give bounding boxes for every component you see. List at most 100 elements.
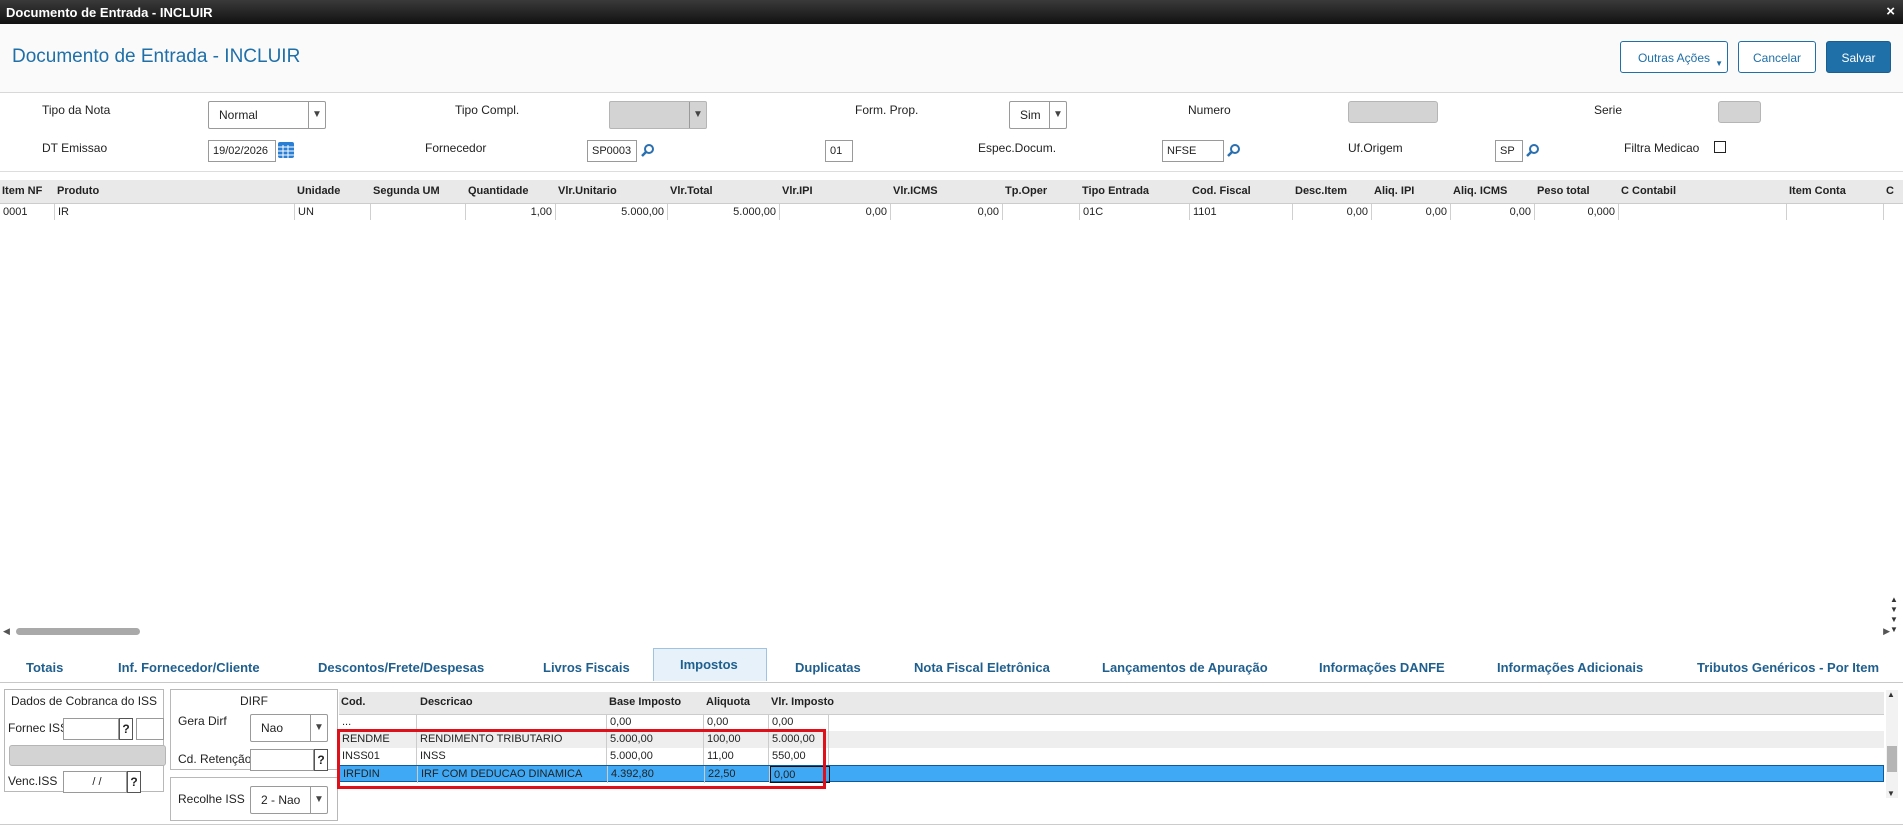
cell-base-imposto[interactable]: 5.000,00 bbox=[607, 748, 704, 765]
col-cod-fiscal[interactable]: Cod. Fiscal bbox=[1192, 185, 1251, 197]
tipo-compl-select[interactable]: ▼ bbox=[609, 101, 707, 129]
table-row-selected[interactable]: IRFDIN IRF COM DEDUCAO DINAMICA 4.392,80… bbox=[339, 765, 1884, 783]
cell-cod[interactable]: ... bbox=[339, 714, 417, 731]
cell-base-imposto[interactable]: 4.392,80 bbox=[608, 766, 705, 783]
fornec-iss-loja-input[interactable] bbox=[136, 718, 164, 740]
cell-vlr-unitario[interactable]: 5.000,00 bbox=[556, 204, 668, 220]
cell-peso-total[interactable]: 0,000 bbox=[1535, 204, 1619, 220]
col-item-nf[interactable]: Item NF bbox=[2, 185, 42, 197]
cell-vlr-total[interactable]: 5.000,00 bbox=[668, 204, 780, 220]
table-row[interactable]: 0001 IR UN 1,00 5.000,00 5.000,00 0,00 0… bbox=[0, 204, 1890, 220]
col-desc-item[interactable]: Desc.Item bbox=[1295, 185, 1347, 197]
tab-info-danfe[interactable]: Informações DANFE bbox=[1319, 660, 1445, 675]
tab-impostos[interactable]: Impostos bbox=[653, 648, 767, 681]
col-tipo-entrada[interactable]: Tipo Entrada bbox=[1082, 185, 1149, 197]
horizontal-scrollbar[interactable]: ◀ ▶ bbox=[0, 626, 1890, 636]
col-vlr-unitario[interactable]: Vlr.Unitario bbox=[558, 185, 617, 197]
col-vlr-ipi[interactable]: Vlr.IPI bbox=[782, 185, 813, 197]
cell-tp-oper[interactable] bbox=[1003, 204, 1080, 220]
col-tp-oper[interactable]: Tp.Oper bbox=[1005, 185, 1047, 197]
col-vlr-icms[interactable]: Vlr.ICMS bbox=[893, 185, 938, 197]
col-cod[interactable]: Cod. bbox=[341, 696, 365, 708]
scroll-thumb[interactable] bbox=[16, 628, 140, 635]
loja-input[interactable]: 01 bbox=[825, 140, 853, 162]
uf-origem-input[interactable]: SP bbox=[1495, 140, 1523, 162]
other-actions-button[interactable]: Outras Ações ▼ bbox=[1620, 41, 1728, 73]
tab-duplicatas[interactable]: Duplicatas bbox=[795, 660, 861, 675]
calendar-icon[interactable] bbox=[278, 142, 294, 158]
cell-desc-item[interactable]: 0,00 bbox=[1293, 204, 1372, 220]
scroll-down-icon[interactable]: ▼ bbox=[1887, 789, 1895, 798]
col-item-conta[interactable]: Item Conta bbox=[1789, 185, 1846, 197]
scroll-right-icon[interactable]: ▶ bbox=[1883, 626, 1890, 637]
scroll-thumb[interactable] bbox=[1887, 746, 1897, 772]
help-button[interactable]: ? bbox=[314, 749, 328, 771]
col-segunda-um[interactable]: Segunda UM bbox=[373, 185, 440, 197]
cd-retencao-input[interactable] bbox=[250, 749, 314, 771]
cell-aliquota[interactable]: 0,00 bbox=[704, 714, 769, 731]
tab-nfe[interactable]: Nota Fiscal Eletrônica bbox=[914, 660, 1050, 675]
gera-dirf-select[interactable]: Nao ▼ bbox=[250, 714, 328, 742]
tab-descontos[interactable]: Descontos/Frete/Despesas bbox=[318, 660, 484, 675]
dt-emissao-input[interactable]: 19/02/2026 bbox=[208, 140, 276, 162]
cancel-button[interactable]: Cancelar bbox=[1738, 41, 1816, 73]
col-vlr-total[interactable]: Vlr.Total bbox=[670, 185, 713, 197]
cell-descricao[interactable]: RENDIMENTO TRIBUTARIO bbox=[417, 731, 607, 748]
cell-descricao[interactable]: IRF COM DEDUCAO DINAMICA bbox=[418, 766, 608, 783]
filtra-medicao-checkbox[interactable] bbox=[1714, 141, 1726, 153]
close-icon[interactable]: × bbox=[1886, 3, 1895, 20]
cell-base-imposto[interactable]: 0,00 bbox=[607, 714, 704, 731]
col-peso-total[interactable]: Peso total bbox=[1537, 185, 1590, 197]
cell-aliquota[interactable]: 11,00 bbox=[704, 748, 769, 765]
cell-segunda-um[interactable] bbox=[371, 204, 466, 220]
fornec-iss-input[interactable] bbox=[63, 718, 119, 740]
cell-base-imposto[interactable]: 5.000,00 bbox=[607, 731, 704, 748]
cell-vlr-icms[interactable]: 0,00 bbox=[891, 204, 1003, 220]
col-c-contabil[interactable]: C Contabil bbox=[1621, 185, 1676, 197]
cell-item-nf[interactable]: 0001 bbox=[0, 204, 55, 220]
help-button[interactable]: ? bbox=[127, 771, 141, 793]
save-button[interactable]: Salvar bbox=[1826, 41, 1891, 73]
tab-livros-fiscais[interactable]: Livros Fiscais bbox=[543, 660, 630, 675]
tipo-nota-select[interactable]: Normal ▼ bbox=[208, 101, 326, 129]
taxes-vertical-scrollbar[interactable]: ▲ ▼ bbox=[1886, 690, 1898, 798]
espec-docum-input[interactable]: NFSE bbox=[1162, 140, 1224, 162]
search-icon[interactable] bbox=[1227, 143, 1241, 157]
help-button[interactable]: ? bbox=[119, 718, 133, 740]
numero-input[interactable] bbox=[1348, 101, 1438, 123]
cell-c-contabil[interactable] bbox=[1619, 204, 1787, 220]
cell-produto[interactable]: IR bbox=[55, 204, 295, 220]
col-base-imposto[interactable]: Base Imposto bbox=[609, 696, 681, 708]
venc-iss-input[interactable]: / / bbox=[63, 771, 127, 793]
recolhe-iss-select[interactable]: 2 - Nao ▼ bbox=[250, 786, 328, 814]
search-icon[interactable] bbox=[641, 143, 655, 157]
fornecedor-input[interactable]: SP0003 bbox=[587, 140, 637, 162]
col-c[interactable]: C bbox=[1886, 185, 1894, 197]
cell-vlr-imposto[interactable]: 0,00 bbox=[769, 714, 829, 731]
serie-input[interactable] bbox=[1718, 101, 1761, 123]
cell-vlr-imposto[interactable]: 0,00 bbox=[770, 766, 830, 783]
col-vlr-imposto[interactable]: Vlr. Imposto bbox=[771, 696, 834, 708]
col-quantidade[interactable]: Quantidade bbox=[468, 185, 529, 197]
table-row[interactable]: ... 0,00 0,00 0,00 bbox=[339, 714, 1884, 731]
cell-cod[interactable]: INSS01 bbox=[339, 748, 417, 765]
tab-totais[interactable]: Totais bbox=[26, 660, 63, 675]
cell-descricao[interactable] bbox=[417, 714, 607, 731]
col-aliq-icms[interactable]: Aliq. ICMS bbox=[1453, 185, 1507, 197]
scroll-left-icon[interactable]: ◀ bbox=[3, 626, 10, 637]
col-produto[interactable]: Produto bbox=[57, 185, 99, 197]
cell-aliquota[interactable]: 100,00 bbox=[704, 731, 769, 748]
cell-aliquota[interactable]: 22,50 bbox=[705, 766, 770, 783]
cell-aliq-ipi[interactable]: 0,00 bbox=[1372, 204, 1451, 220]
tab-tributos-genericos[interactable]: Tributos Genéricos - Por Item bbox=[1697, 660, 1879, 675]
cell-vlr-ipi[interactable]: 0,00 bbox=[780, 204, 891, 220]
cell-aliq-icms[interactable]: 0,00 bbox=[1451, 204, 1535, 220]
form-prop-select[interactable]: Sim ▼ bbox=[1009, 101, 1067, 129]
cell-cod[interactable]: RENDME bbox=[339, 731, 417, 748]
cell-descricao[interactable]: INSS bbox=[417, 748, 607, 765]
tab-info-adicionais[interactable]: Informações Adicionais bbox=[1497, 660, 1643, 675]
table-row[interactable]: INSS01 INSS 5.000,00 11,00 550,00 bbox=[339, 748, 1884, 765]
search-icon[interactable] bbox=[1526, 143, 1540, 157]
cell-vlr-imposto[interactable]: 550,00 bbox=[769, 748, 829, 765]
col-unidade[interactable]: Unidade bbox=[297, 185, 340, 197]
